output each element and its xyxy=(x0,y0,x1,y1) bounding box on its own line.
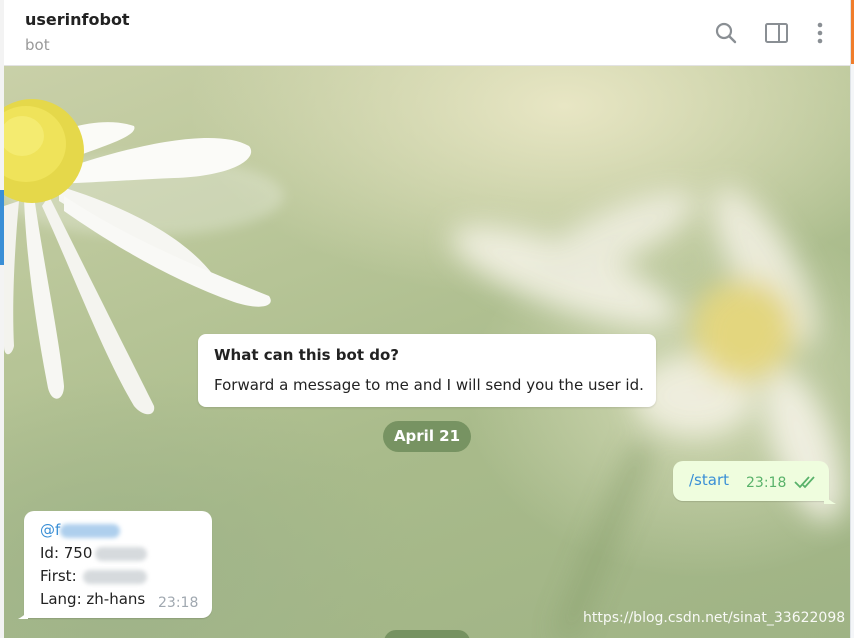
search-icon xyxy=(715,22,737,44)
redacted-id xyxy=(95,546,148,561)
bot-description-title: What can this bot do? xyxy=(214,346,399,364)
chat-title[interactable]: userinfobot xyxy=(25,10,130,29)
message-time: 23:18 xyxy=(746,475,787,491)
user-id-label: Id: 750 xyxy=(40,544,93,562)
adjacent-window-edge xyxy=(850,0,854,638)
date-separator-partial xyxy=(384,630,470,638)
more-vertical-icon xyxy=(817,22,823,44)
telegram-chat-window: userinfobot bot What can this bot do? Fo… xyxy=(0,0,854,638)
first-name-label: First: xyxy=(40,567,77,585)
message-list[interactable]: What can this bot do? Forward a message … xyxy=(4,66,850,638)
double-check-icon xyxy=(794,476,815,489)
more-options-button[interactable] xyxy=(806,18,836,48)
bot-description-text: Forward a message to me and I will send … xyxy=(214,376,644,394)
sidebar-toggle-button[interactable] xyxy=(761,18,791,48)
bubble-tail xyxy=(18,611,28,619)
chat-header[interactable]: userinfobot bot xyxy=(4,0,850,66)
first-name-line: First: xyxy=(40,567,147,585)
user-mention[interactable]: @f xyxy=(40,521,60,539)
watermark: https://blog.csdn.net/sinat_33622098 xyxy=(583,610,846,626)
sidebar-toggle-icon xyxy=(765,23,788,43)
outgoing-message[interactable]: /start 23:18 xyxy=(673,461,829,501)
date-separator: April 21 xyxy=(383,421,471,452)
user-mention-line[interactable]: @f xyxy=(40,521,121,539)
search-button[interactable] xyxy=(711,18,741,48)
language-line: Lang: zh-hans xyxy=(40,590,146,608)
bot-command-link[interactable]: /start xyxy=(689,471,729,489)
redacted-username xyxy=(60,523,121,538)
incoming-message[interactable]: @f Id: 750 First: Lang: zh-hans 23:18 xyxy=(24,511,212,618)
bubble-tail xyxy=(824,494,836,504)
message-time: 23:18 xyxy=(158,595,199,611)
redacted-first-name xyxy=(82,569,147,584)
user-id-line: Id: 750 xyxy=(40,544,148,562)
chat-subtitle: bot xyxy=(25,36,50,54)
bot-description-card: What can this bot do? Forward a message … xyxy=(198,334,656,407)
